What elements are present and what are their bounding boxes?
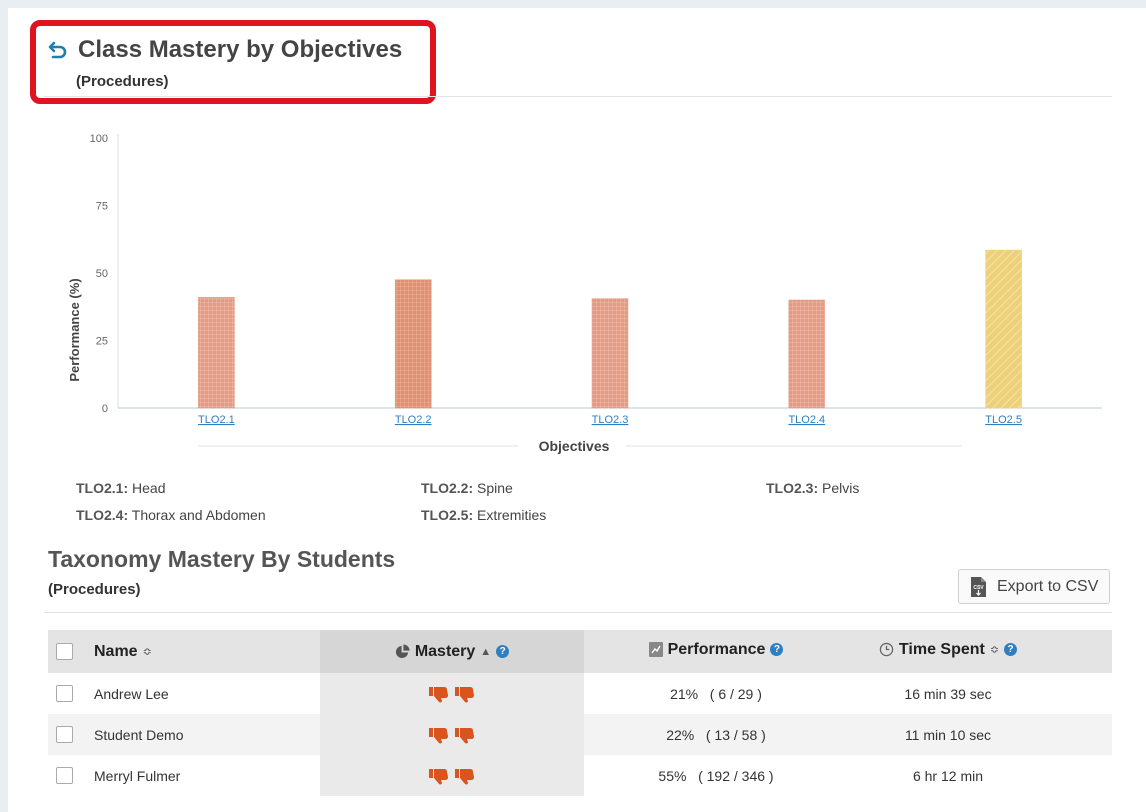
performance-cell: 55% ( 192 / 346 ) (658, 767, 774, 784)
x-axis-label: Objectives (539, 438, 610, 454)
legend-name: Thorax and Abdomen (131, 507, 266, 523)
pie-chart-icon (395, 644, 410, 659)
legend-item: TLO2.2: Spine (421, 480, 513, 496)
export-csv-button[interactable]: CSV Export to CSV (958, 569, 1110, 604)
legend-name: Extremities (477, 507, 547, 523)
table-row: Merryl Fulmer 55% ( 192 / 346 ) 6 hr 12 … (48, 755, 1112, 796)
objectives-bar-chart: 0 25 50 75 100 TLO2.1 TLO2.2 TLO2.3 TLO2.4 TLO2.… (67, 133, 1102, 454)
column-label: Time Spent (898, 640, 985, 658)
y-tick-label: 25 (96, 336, 108, 348)
clock-icon (879, 643, 894, 657)
time-cell: 6 hr 12 min (912, 767, 984, 784)
legend-code: TLO2.4: (76, 507, 129, 523)
time-column-header[interactable]: Time Spent ≎ ? (828, 641, 1068, 663)
legend-item: TLO2.3: Pelvis (766, 480, 859, 496)
y-axis-label: Performance (%) (67, 278, 82, 381)
legend-name: Head (132, 480, 166, 496)
column-label: Performance (667, 640, 766, 658)
time-cell: 11 min 10 sec (904, 726, 992, 743)
student-name: Andrew Lee (94, 685, 169, 702)
bar-tlo2.5[interactable] (985, 249, 1022, 409)
column-label: Name (94, 642, 138, 660)
legend-item: TLO2.4: Thorax and Abdomen (76, 507, 266, 523)
bar-tlo2.4[interactable] (788, 299, 826, 409)
divider (44, 96, 1112, 97)
legend-item: TLO2.1: Head (76, 480, 165, 496)
sort-icon[interactable]: ≎ (143, 645, 152, 658)
thumbs-down-icon (429, 727, 448, 744)
performance-column-header: Performance ? (584, 641, 848, 663)
bar-tlo2.2[interactable] (394, 279, 432, 409)
student-name: Merryl Fulmer (94, 767, 181, 784)
divider (44, 612, 1112, 613)
sort-icon[interactable]: ≎ (990, 643, 999, 656)
legend-code: TLO2.1: (76, 480, 129, 496)
legend-code: TLO2.5: (421, 507, 474, 523)
name-column-header[interactable]: Name ≎ (94, 643, 152, 661)
bar-tlo2.1[interactable] (198, 297, 235, 409)
mastery-cell (320, 755, 584, 796)
row-checkbox[interactable] (56, 685, 73, 702)
y-tick-label: 0 (102, 403, 108, 415)
legend-code: TLO2.2: (421, 480, 474, 496)
export-label: Export to CSV (997, 577, 1099, 595)
legend-name: Pelvis (822, 480, 860, 496)
performance-cell: 22% ( 13 / 58 ) (666, 726, 766, 743)
select-all-checkbox[interactable] (56, 643, 73, 660)
time-cell: 16 min 39 sec (904, 685, 992, 702)
y-tick-label: 75 (96, 201, 108, 213)
table-header-row: Name ≎ Mastery ▲ ? Performance ? Time Sp… (48, 630, 1112, 673)
x-tick-label-link[interactable]: TLO2.1 (198, 414, 235, 426)
x-tick-label-link[interactable]: TLO2.5 (985, 414, 1022, 426)
thumbs-down-icon (429, 686, 448, 703)
y-tick-label: 50 (96, 268, 108, 280)
mastery-cell (320, 673, 584, 714)
page-title: Class Mastery by Objectives (78, 36, 403, 63)
table-row: Andrew Lee 21% ( 6 / 29 ) 16 min 39 sec (48, 673, 1112, 714)
mastery-column-header[interactable]: Mastery ▲ ? (320, 630, 584, 673)
help-icon[interactable]: ? (770, 643, 784, 657)
table-row: Student Demo 22% ( 13 / 58 ) 11 min 10 s… (48, 714, 1112, 755)
thumbs-down-icon (429, 768, 448, 785)
students-table: Name ≎ Mastery ▲ ? Performance ? Time Sp… (48, 630, 1112, 796)
thumbs-down-icon (455, 727, 474, 744)
x-tick-label-link[interactable]: TLO2.4 (788, 414, 825, 426)
mastery-cell (320, 714, 584, 755)
legend-code: TLO2.3: (766, 480, 819, 496)
column-label: Mastery (414, 642, 476, 660)
y-tick-label: 100 (90, 133, 108, 145)
help-icon[interactable]: ? (1004, 643, 1018, 657)
legend-name: Spine (477, 480, 513, 496)
row-checkbox[interactable] (56, 767, 73, 784)
csv-file-icon: CSV (971, 576, 986, 597)
student-name: Student Demo (94, 726, 184, 743)
x-tick-label-link[interactable]: TLO2.3 (592, 414, 629, 426)
thumbs-down-icon (455, 768, 474, 785)
page-subtitle: (Procedures) (76, 73, 169, 90)
sort-asc-icon[interactable]: ▲ (480, 646, 491, 658)
legend-item: TLO2.5: Extremities (421, 507, 546, 523)
back-arrow-icon[interactable] (48, 40, 68, 60)
bar-tlo2.3[interactable] (591, 298, 629, 409)
performance-cell: 21% ( 6 / 29 ) (670, 685, 762, 702)
section-subtitle: (Procedures) (48, 581, 141, 598)
thumbs-down-icon (455, 686, 474, 703)
x-tick-label-link[interactable]: TLO2.2 (395, 414, 432, 426)
row-checkbox[interactable] (56, 726, 73, 743)
section-title: Taxonomy Mastery By Students (48, 546, 396, 572)
bar-chart-icon (648, 642, 663, 658)
help-icon[interactable]: ? (496, 645, 510, 658)
